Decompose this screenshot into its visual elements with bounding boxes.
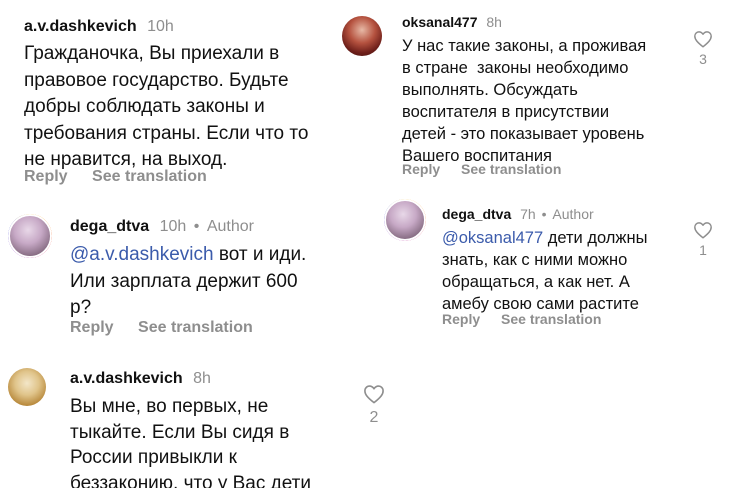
reply-button[interactable]: Reply bbox=[24, 168, 68, 186]
comment-username[interactable]: dega_dtva bbox=[70, 218, 149, 235]
comment-text: Гражданочка, Вы приехали в правовое госу… bbox=[24, 41, 308, 174]
comment-username[interactable]: a.v.dashkevich bbox=[70, 370, 183, 387]
separator-dot: • bbox=[193, 218, 200, 235]
comment-text: @oksanal477 дети должны знать, как с ним… bbox=[442, 227, 647, 315]
reply-button[interactable]: Reply bbox=[442, 311, 480, 327]
comment-line: У нас такие законы, а проживая bbox=[402, 37, 647, 55]
comment-actions: Reply See translation bbox=[402, 161, 561, 177]
avatar[interactable] bbox=[8, 368, 46, 406]
comment-username[interactable]: dega_dtva bbox=[442, 206, 511, 222]
comment-time: 10h bbox=[147, 18, 174, 35]
comment-actions: Reply See translation bbox=[70, 319, 253, 337]
comment-header: dega_dtva 10h • Author bbox=[70, 218, 254, 236]
comment-time: 8h bbox=[486, 14, 502, 30]
comment-line: Или зарплата держит 600 bbox=[70, 270, 298, 292]
heart-outline-icon bbox=[694, 31, 712, 48]
comment-line: Гражданочка, Вы приехали в bbox=[24, 43, 280, 64]
see-translation-button[interactable]: See translation bbox=[92, 168, 207, 186]
comment-username[interactable]: oksanal477 bbox=[402, 14, 478, 30]
comment-line: @oksanal477 дети должны bbox=[442, 227, 647, 249]
comment-text: @a.v.dashkevich вот и иди. Или зарплата … bbox=[70, 242, 306, 322]
avatar-photo bbox=[384, 199, 426, 241]
comment-oksanal477: oksanal477 8h У нас такие законы, а прож… bbox=[332, 0, 732, 195]
comment-line: знать, как с ними можно bbox=[442, 251, 628, 269]
comment-dega-dtva-2: dega_dtva 7h • Author @oksanal477 дети д… bbox=[332, 195, 732, 345]
like-button[interactable]: 1 bbox=[691, 221, 715, 258]
avatar[interactable] bbox=[384, 199, 426, 241]
comment-line: в стране законы необходимо bbox=[402, 59, 629, 77]
like-button[interactable]: 3 bbox=[691, 30, 715, 67]
comment-header: a.v.dashkevich 10h bbox=[24, 18, 174, 36]
comment-text: У нас такие законы, а проживая в стране … bbox=[402, 35, 646, 167]
comment-text: Вы мне, во первых, не тыкайте. Если Вы с… bbox=[70, 394, 311, 488]
reply-button[interactable]: Reply bbox=[70, 319, 114, 337]
comment-line: детей - это показывает уровень bbox=[402, 125, 645, 143]
comment-line: тыкайте. Если Вы сидя в bbox=[70, 421, 290, 443]
avatar-photo bbox=[8, 214, 52, 258]
comment-line: требования страны. Если что то bbox=[24, 122, 309, 144]
comment-line-rest: дети должны bbox=[543, 229, 648, 247]
like-count: 1 bbox=[699, 242, 707, 258]
comment-username[interactable]: a.v.dashkevich bbox=[24, 18, 137, 35]
comment-line: воспитателя в присутствии bbox=[402, 103, 610, 121]
comment-line: выполнять. Обсуждать bbox=[402, 81, 578, 99]
author-badge: Author bbox=[206, 218, 254, 235]
right-comments-pane: oksanal477 8h У нас такие законы, а прож… bbox=[332, 0, 732, 488]
comment-line: @a.v.dashkevich вот и иди. bbox=[70, 242, 306, 269]
comment-actions: Reply See translation bbox=[442, 311, 601, 327]
separator-dot: • bbox=[541, 206, 547, 222]
avatar[interactable] bbox=[8, 214, 52, 258]
see-translation-button[interactable]: See translation bbox=[461, 161, 561, 177]
comment-line: Вы мне, во первых, не bbox=[70, 396, 269, 417]
comment-header: oksanal477 8h bbox=[402, 14, 502, 30]
heart-outline-icon bbox=[694, 222, 712, 239]
author-badge: Author bbox=[552, 206, 594, 222]
comment-header: dega_dtva 7h • Author bbox=[442, 206, 594, 222]
comment-line: России привыкли к bbox=[70, 447, 237, 468]
mention-link[interactable]: @a.v.dashkevich bbox=[70, 244, 214, 265]
comment-time: 7h bbox=[520, 206, 536, 222]
mention-link[interactable]: @oksanal477 bbox=[442, 229, 543, 247]
comment-line: обращаться, а как нет. А bbox=[442, 273, 630, 291]
see-translation-button[interactable]: See translation bbox=[138, 319, 253, 337]
comment-line: беззаконию, что у Вас дети bbox=[70, 472, 311, 488]
avatar[interactable] bbox=[342, 16, 382, 56]
comment-line: р? bbox=[70, 297, 92, 318]
like-count: 3 bbox=[699, 51, 707, 67]
comment-header: a.v.dashkevich 8h bbox=[70, 370, 211, 388]
comment-time: 8h bbox=[193, 370, 211, 387]
comment-actions: Reply See translation bbox=[24, 168, 207, 186]
see-translation-button[interactable]: See translation bbox=[501, 311, 601, 327]
comment-line-rest: вот и иди. bbox=[213, 244, 307, 265]
reply-button[interactable]: Reply bbox=[402, 161, 440, 177]
comment-line: правовое государство. Будьте bbox=[24, 69, 289, 91]
comment-line: добры соблюдать законы и bbox=[24, 96, 265, 117]
comment-time: 10h bbox=[159, 218, 187, 235]
